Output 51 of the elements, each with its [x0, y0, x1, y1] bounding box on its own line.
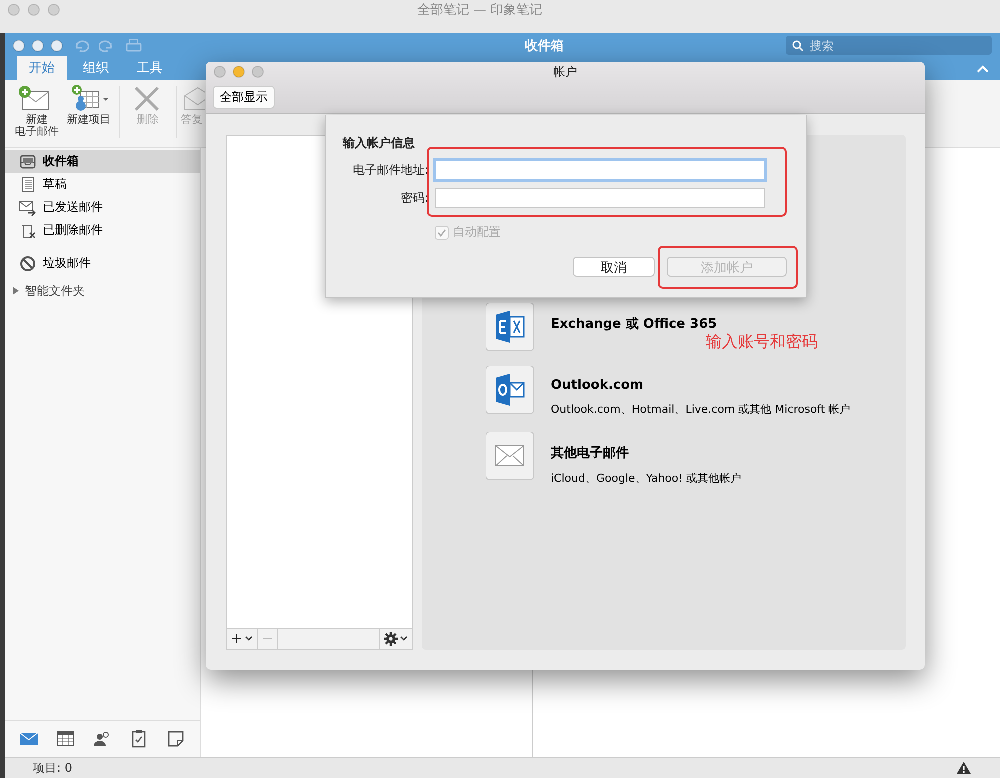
- outlook-logo-icon: [486, 366, 534, 414]
- window-control-icon[interactable]: [233, 66, 245, 78]
- settings-icon: [384, 632, 398, 646]
- sheet-heading: 输入帐户信息: [343, 135, 416, 152]
- window-control-icon[interactable]: [214, 66, 226, 78]
- checkbox-label: 自动配置: [453, 224, 501, 241]
- exchange-logo-icon: [486, 303, 534, 351]
- cancel-button[interactable]: 取消: [573, 257, 655, 277]
- folder-item[interactable]: 已删除邮件: [5, 219, 200, 242]
- calendar-icon[interactable]: [56, 729, 76, 749]
- chevron-down-icon: [244, 636, 253, 642]
- ribbon-button[interactable]: 新建项目: [63, 84, 115, 126]
- window-control-icon[interactable]: [48, 4, 60, 16]
- window-control-icon[interactable]: [8, 4, 20, 16]
- calendar-person-icon: [69, 84, 109, 114]
- status-text: 项目: 0: [33, 760, 72, 776]
- window-control-icon[interactable]: [51, 40, 63, 52]
- account-type-option[interactable]: Outlook.com Outlook.com、Hotmail、Live.com 或其他 Microsoft 帐户: [486, 366, 906, 417]
- collapse-caret-icon[interactable]: [976, 64, 990, 74]
- ban-icon: [19, 254, 37, 272]
- envelope-icon: [486, 432, 534, 480]
- annotation-text: 输入账号和密码: [706, 332, 818, 353]
- input-field[interactable]: [435, 160, 765, 180]
- input-field[interactable]: [435, 188, 765, 208]
- folder-item[interactable]: 草稿: [5, 173, 200, 196]
- window-control-icon[interactable]: [28, 4, 40, 16]
- folder-group-label[interactable]: 智能文件夹: [25, 282, 85, 300]
- redo-icon[interactable]: [99, 38, 115, 52]
- search-icon: [792, 40, 804, 52]
- folder-item[interactable]: 已发送邮件: [5, 196, 200, 219]
- sticky-note-icon[interactable]: [166, 729, 186, 749]
- sent-envelope-icon: [19, 198, 37, 216]
- show-all-button[interactable]: 全部显示: [213, 86, 275, 109]
- ribbon-button[interactable]: 新建 电子邮件: [11, 84, 63, 138]
- ribbon-tab[interactable]: 开始: [17, 56, 67, 80]
- window-title: 收件箱: [524, 38, 565, 54]
- collapsed-triangle-icon[interactable]: [11, 286, 21, 296]
- search-field[interactable]: 搜索: [786, 36, 992, 55]
- inbox-tray-icon: [19, 152, 37, 170]
- printer-icon[interactable]: [125, 38, 143, 54]
- window-control-icon[interactable]: [252, 66, 264, 78]
- window-title: 帐户: [552, 64, 578, 80]
- window-control-icon[interactable]: [32, 40, 44, 52]
- undo-icon[interactable]: [73, 38, 89, 52]
- warning-icon[interactable]: [956, 761, 972, 775]
- folder-item[interactable]: 垃圾邮件: [5, 252, 200, 275]
- account-type-option[interactable]: 其他电子邮件 iCloud、Google、Yahoo! 或其他帐户: [486, 432, 906, 486]
- folder-item[interactable]: 收件箱: [5, 150, 200, 173]
- chevron-down-icon: [400, 636, 408, 642]
- window-control-icon[interactable]: [13, 40, 25, 52]
- window-title: 全部笔记 — 印象笔记: [416, 2, 544, 18]
